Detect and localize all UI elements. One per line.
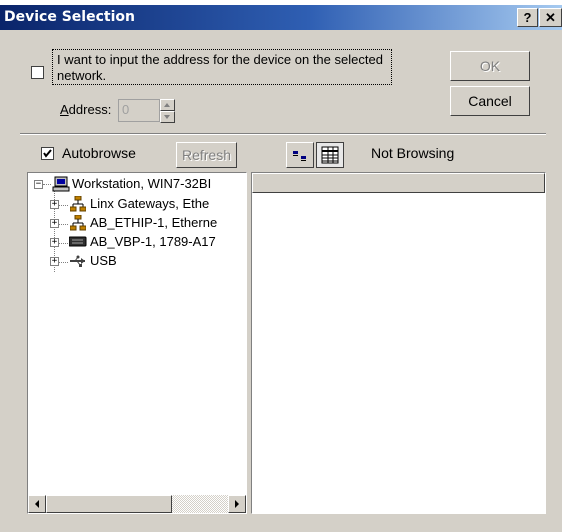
device-list-panel[interactable] bbox=[251, 172, 546, 514]
arrow-right-icon bbox=[235, 500, 239, 508]
close-button[interactable]: ✕ bbox=[539, 8, 562, 27]
tree-node-label: Workstation, WIN7-32BI bbox=[72, 176, 212, 191]
cancel-button[interactable]: Cancel bbox=[450, 86, 530, 116]
list-view-icon bbox=[293, 151, 306, 161]
spin-down-arrow-icon bbox=[164, 115, 170, 119]
scroll-right-button[interactable] bbox=[228, 495, 246, 513]
details-view-icon bbox=[321, 146, 339, 164]
browse-status: Not Browsing bbox=[371, 145, 455, 161]
input-address-checkbox[interactable] bbox=[31, 66, 44, 79]
list-header[interactable] bbox=[252, 173, 545, 193]
check-mark-icon bbox=[43, 149, 52, 158]
address-label-rest: ddress: bbox=[68, 102, 112, 117]
address-field[interactable]: 0 bbox=[118, 99, 160, 122]
address-label-accesskey: A bbox=[60, 102, 69, 117]
tree-node-label: Linx Gateways, Ethe bbox=[90, 196, 210, 211]
device-tree-panel[interactable]: − Workstation, WIN7-32BI + Linx Gateways… bbox=[27, 172, 247, 514]
address-label: Address: bbox=[60, 102, 111, 117]
ok-button[interactable]: OK bbox=[450, 51, 530, 81]
computer-icon bbox=[52, 176, 70, 192]
tree-node-label: USB bbox=[90, 253, 117, 268]
autobrowse-label: Autobrowse bbox=[62, 145, 136, 161]
backplane-icon bbox=[69, 236, 87, 247]
separator bbox=[20, 133, 546, 135]
network-icon bbox=[70, 196, 86, 212]
expand-icon[interactable]: + bbox=[50, 238, 59, 247]
list-view-button[interactable] bbox=[286, 142, 314, 168]
collapse-icon[interactable]: − bbox=[34, 180, 43, 189]
usb-icon bbox=[70, 255, 85, 267]
details-view-button[interactable] bbox=[316, 142, 344, 168]
scroll-thumb[interactable] bbox=[46, 495, 172, 513]
dialog-title: Device Selection bbox=[4, 9, 135, 25]
expand-icon[interactable]: + bbox=[50, 200, 59, 209]
address-spin-up[interactable] bbox=[160, 99, 175, 111]
scroll-left-button[interactable] bbox=[28, 495, 46, 513]
device-selection-dialog: Device Selection ? ✕ I want to input the… bbox=[0, 5, 562, 532]
tree-connector-root bbox=[43, 184, 51, 185]
tree-horizontal-scrollbar[interactable] bbox=[28, 495, 246, 513]
address-spin-down[interactable] bbox=[160, 111, 175, 123]
tree-node-label: AB_VBP-1, 1789-A17 bbox=[90, 234, 216, 249]
network-icon bbox=[70, 215, 86, 231]
input-address-label[interactable]: I want to input the address for the devi… bbox=[52, 49, 392, 85]
title-bar[interactable]: Device Selection ? ✕ bbox=[0, 5, 562, 30]
expand-icon[interactable]: + bbox=[50, 219, 59, 228]
expand-icon[interactable]: + bbox=[50, 257, 59, 266]
tree-node-label: AB_ETHIP-1, Etherne bbox=[90, 215, 218, 230]
help-button[interactable]: ? bbox=[517, 8, 538, 27]
spin-up-arrow-icon bbox=[164, 103, 170, 107]
refresh-button[interactable]: Refresh bbox=[176, 142, 237, 168]
autobrowse-checkbox[interactable] bbox=[41, 147, 54, 160]
arrow-left-icon bbox=[35, 500, 39, 508]
